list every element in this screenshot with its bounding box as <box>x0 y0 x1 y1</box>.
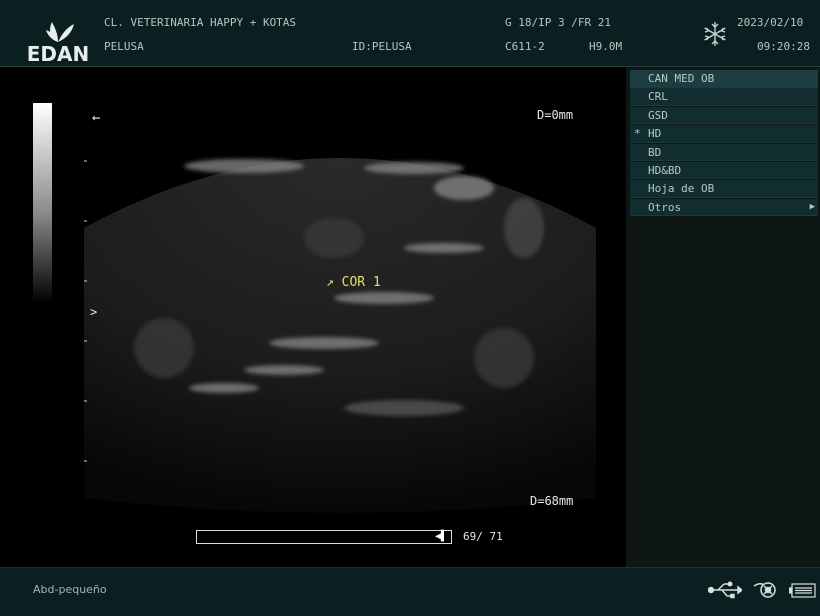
menu-item-gsd[interactable]: GSD <box>630 106 818 125</box>
clinic-name: CL. VETERINARIA HAPPY + KOTAS <box>104 16 297 29</box>
menu-item-label: CRL <box>648 90 668 104</box>
menu-item-label: GSD <box>648 108 668 122</box>
menu-item-bd[interactable]: BD <box>630 143 818 162</box>
disc-icon <box>753 582 776 598</box>
cine-progress-bar[interactable]: ◀▌ <box>196 530 452 544</box>
patient-id: ID:PELUSA <box>352 40 412 53</box>
depth-bottom-label: D=68mm <box>530 494 574 508</box>
exam-preset: Abd-pequeño <box>33 583 107 596</box>
logo-text: EDAN <box>26 42 90 66</box>
battery-icon <box>789 583 816 598</box>
probe-model: C611-2 <box>505 40 545 53</box>
focus-marker: > <box>90 305 98 319</box>
annotation-text: COR 1 <box>341 275 381 290</box>
cine-slider-handle-icon[interactable]: ◀▌ <box>435 532 447 542</box>
chevron-right-icon: ▶ <box>809 201 815 212</box>
gain-readout: G 18/IP 3 /FR 21 <box>505 16 611 29</box>
menu-item-label: CAN MED OB <box>648 72 715 85</box>
snowflake-icon[interactable] <box>701 20 729 48</box>
menu-item-hd-bd[interactable]: HD&BD <box>630 161 818 180</box>
measurement-menu: CAN MED OB CRL GSD * HD BD HD&BD Hoja de… <box>630 70 818 217</box>
cine-frame-counter: 69/ 71 <box>463 530 503 543</box>
usb-icon <box>708 581 742 599</box>
menu-item-hd[interactable]: * HD <box>630 125 818 143</box>
selected-mark: * <box>634 127 641 141</box>
patient-name: PELUSA <box>104 40 144 53</box>
date: 2023/02/10 <box>737 16 804 29</box>
orientation-marker: ← <box>92 110 101 126</box>
menu-item-label: HD <box>648 127 662 141</box>
top-bar <box>0 0 820 67</box>
menu-item-hoja-de-ob[interactable]: Hoja de OB <box>630 180 818 198</box>
menu-item-can-med-ob[interactable]: CAN MED OB <box>630 70 818 88</box>
menu-item-crl[interactable]: CRL <box>630 88 818 106</box>
menu-item-otros[interactable]: Otros ▶ <box>630 198 818 217</box>
menu-item-label: Hoja de OB <box>648 182 715 196</box>
arrow-icon: ↗ <box>326 275 334 290</box>
bottom-bar <box>0 567 820 616</box>
ultrasound-image[interactable] <box>84 108 596 513</box>
grayscale-bar <box>33 103 52 303</box>
leaf-logo-icon <box>46 22 74 42</box>
edan-logo: EDAN <box>22 18 94 66</box>
annotation-label[interactable]: ↗ COR 1 <box>326 275 381 290</box>
menu-item-label: HD&BD <box>648 163 682 177</box>
menu-item-label: BD <box>648 145 662 159</box>
menu-item-label: Otros <box>648 200 682 214</box>
depth-top-label: D=0mm <box>537 108 574 122</box>
time: 09:20:28 <box>757 40 810 53</box>
frequency-readout: H9.0M <box>589 40 623 53</box>
